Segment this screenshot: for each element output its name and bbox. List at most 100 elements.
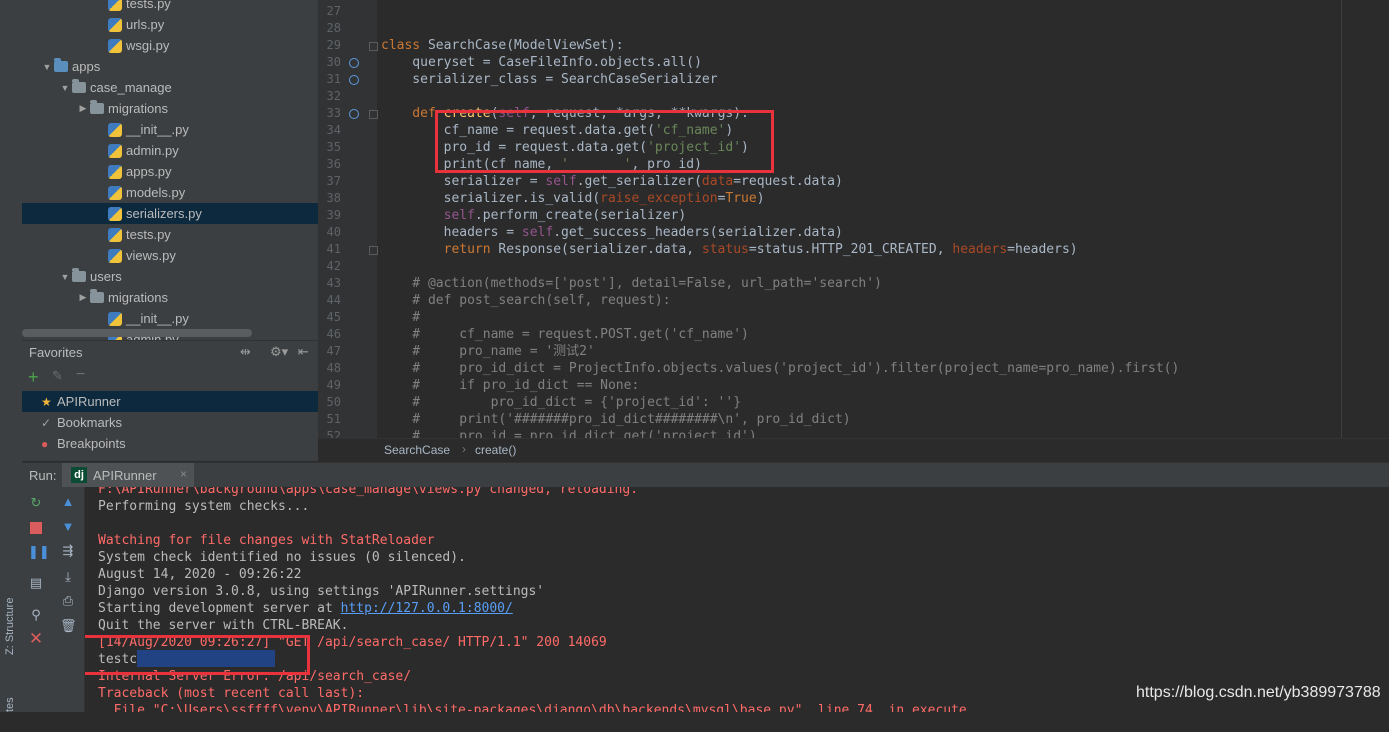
python-file-icon xyxy=(108,206,122,221)
close-run-icon[interactable]: ✕ xyxy=(28,630,44,647)
tree-item[interactable]: admin.py xyxy=(22,140,318,161)
tree-horizontal-scrollbar[interactable] xyxy=(22,329,252,337)
code-token: =status.HTTP_201_CREATED, xyxy=(748,242,953,257)
code-line: headers = self.get_success_headers(seria… xyxy=(381,224,843,241)
close-tab-icon[interactable]: × xyxy=(180,467,187,481)
favorites-item[interactable]: ● Breakpoints xyxy=(22,433,318,454)
pin-icon[interactable]: ⚲ xyxy=(28,607,44,623)
override-marker-icon[interactable] xyxy=(349,75,359,85)
edit-icon[interactable]: ✎ xyxy=(52,368,63,384)
tree-item[interactable]: apps.py xyxy=(22,161,318,182)
code-line: self.perform_create(serializer) xyxy=(381,207,687,224)
python-file-icon xyxy=(108,122,122,137)
code-line: # print('#######pro_id_dict########\n', … xyxy=(381,411,850,428)
code-editor[interactable]: 27 28 29 30 31 32 33 34 35 36 37 38 39 40 41 42 43 44 45 46… xyxy=(318,0,1389,438)
console-line: Quit the server with CTRL-BREAK. xyxy=(98,617,348,634)
code-token: # xyxy=(381,310,421,325)
tree-item[interactable]: ▶ migrations xyxy=(22,287,318,308)
breadcrumb-method[interactable]: create() xyxy=(475,443,516,457)
line-number: 46 xyxy=(326,327,341,341)
scroll-to-end-icon[interactable]: ⤓ xyxy=(60,569,76,585)
breadcrumb-class[interactable]: SearchCase xyxy=(384,443,450,457)
stop-icon[interactable] xyxy=(28,520,44,536)
code-token: raise_exception xyxy=(600,191,718,206)
line-number: 35 xyxy=(326,140,341,154)
python-file-icon xyxy=(108,248,122,263)
favorites-tool-tab[interactable]: tes xyxy=(1,697,21,732)
line-number: 47 xyxy=(326,344,341,358)
expand-arrow-icon[interactable]: ▼ xyxy=(58,272,72,282)
override-marker-icon[interactable] xyxy=(349,58,359,68)
code-token: self xyxy=(545,174,577,189)
python-file-icon xyxy=(108,164,122,179)
project-tree: tests.py urls.py wsgi.py ▼ apps ▼ case_manage ▶… xyxy=(22,0,318,340)
tree-item[interactable]: tests.py xyxy=(22,224,318,245)
code-token: =headers) xyxy=(1007,242,1078,257)
run-tab-apirunner[interactable]: dj APIRunner × xyxy=(62,463,194,488)
expand-arrow-icon[interactable]: ▼ xyxy=(40,62,54,72)
code-token: serializer.is_valid( xyxy=(381,191,601,206)
tree-item[interactable]: urls.py xyxy=(22,14,318,35)
favorites-item-label: Breakpoints xyxy=(57,436,126,451)
scroll-up-icon[interactable]: ▲ xyxy=(60,494,76,510)
line-number: 49 xyxy=(326,378,341,392)
console-line: Django version 3.0.8, using settings 'AP… xyxy=(98,583,544,600)
tree-item[interactable]: serializers.py xyxy=(22,203,318,224)
tree-item[interactable]: ▼ users xyxy=(22,266,318,287)
tree-item[interactable]: __init__.py xyxy=(22,308,318,329)
favorites-title: Favorites xyxy=(29,345,83,360)
code-line: # pro_id = pro_id_dict.get('project_id') xyxy=(381,428,756,438)
run-toolbar-primary: ↻ ❚❚ ▤ ⚲ ✕ xyxy=(22,487,50,712)
python-file-icon xyxy=(108,185,122,200)
code-token: .get_success_headers(serializer.data) xyxy=(553,225,843,240)
line-number: 40 xyxy=(326,225,341,239)
tree-item[interactable]: ▼ apps xyxy=(22,56,318,77)
favorites-item[interactable]: ✓ Bookmarks xyxy=(22,412,318,433)
dump-threads-icon[interactable]: ▤ xyxy=(28,575,44,591)
favorites-item[interactable]: ★ APIRunner xyxy=(22,391,318,412)
tree-item[interactable]: models.py xyxy=(22,182,318,203)
expand-arrow-icon[interactable]: ▶ xyxy=(76,292,90,303)
gear-icon[interactable]: ⚙▾ xyxy=(270,344,288,360)
remove-icon[interactable]: − xyxy=(76,366,85,384)
collapse-all-icon[interactable]: ⇹ xyxy=(240,344,251,360)
pause-icon[interactable]: ❚❚ xyxy=(28,544,50,560)
tree-item[interactable]: ▶ migrations xyxy=(22,98,318,119)
line-number: 32 xyxy=(326,89,341,103)
soft-wrap-icon[interactable]: ⇶ xyxy=(60,543,76,559)
fold-marker-icon[interactable] xyxy=(369,246,378,255)
code-token: .perform_create(serializer) xyxy=(474,208,687,223)
tree-item[interactable]: ▼ case_manage xyxy=(22,77,318,98)
tree-item[interactable]: wsgi.py xyxy=(22,35,318,56)
console-link[interactable]: http://127.0.0.1:8000/ xyxy=(341,601,513,616)
print-icon[interactable]: ⎙ xyxy=(60,593,76,609)
rerun-icon[interactable]: ↻ xyxy=(28,495,44,511)
code-line: # if pro_id_dict == None: xyxy=(381,377,639,394)
code-token: data xyxy=(701,174,734,189)
hide-icon[interactable]: ⇤ xyxy=(298,344,309,360)
scroll-down-icon[interactable]: ▼ xyxy=(60,519,76,535)
tree-item[interactable]: tests.py xyxy=(22,0,318,14)
add-icon[interactable]: + xyxy=(28,367,39,387)
tree-item-label: tests.py xyxy=(126,0,171,11)
override-marker-icon[interactable] xyxy=(349,109,359,119)
trash-icon[interactable]: 🗑 xyxy=(60,618,77,634)
fold-marker-icon[interactable] xyxy=(369,42,378,51)
console-line: F:\APIRunner\background\apps\case_manage… xyxy=(98,487,638,498)
console-text: F:\APIRunner\background\apps\case_manage… xyxy=(98,487,639,497)
left-tool-strip: Z: Structure tes xyxy=(0,0,23,712)
run-console[interactable]: F:\APIRunner\background\apps\case_manage… xyxy=(85,487,1389,712)
code-token: self xyxy=(381,208,475,223)
code-line: # pro_name = '测试2' xyxy=(381,343,595,360)
favorites-item-label: Bookmarks xyxy=(57,415,123,430)
console-text: Traceback (most recent call last): xyxy=(98,686,365,701)
console-text: Starting development server at xyxy=(98,601,341,616)
line-number: 45 xyxy=(326,310,341,324)
python-file-icon xyxy=(108,311,122,326)
tree-item[interactable]: __init__.py xyxy=(22,119,318,140)
expand-arrow-icon[interactable]: ▶ xyxy=(76,103,90,114)
fold-marker-icon[interactable] xyxy=(369,110,378,119)
tree-item[interactable]: views.py xyxy=(22,245,318,266)
line-number: 31 xyxy=(326,72,341,86)
expand-arrow-icon[interactable]: ▼ xyxy=(58,83,72,93)
